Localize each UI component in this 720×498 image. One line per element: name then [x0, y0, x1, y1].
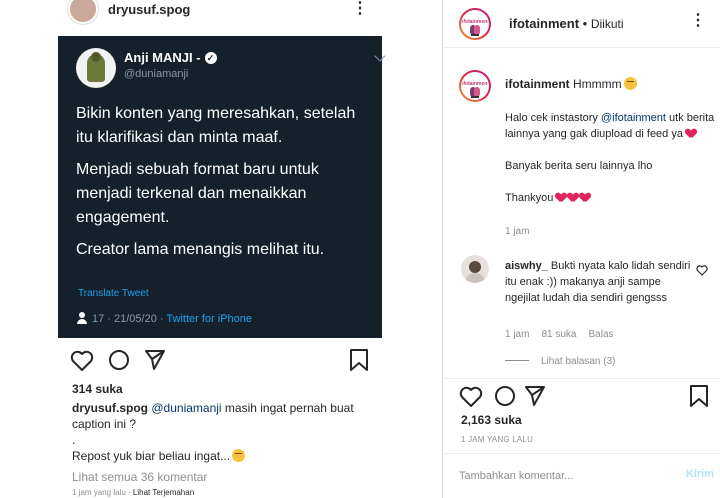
person-icon — [76, 312, 88, 324]
caption-username[interactable]: ifotainment — [505, 77, 570, 91]
comment-avatar[interactable] — [461, 255, 489, 283]
tweet-paragraph: Creator lama menangis melihat itu. — [76, 241, 325, 258]
comment-button[interactable] — [495, 386, 515, 406]
tweet-avatar — [76, 48, 116, 88]
comment-time: 1 jam — [505, 329, 530, 340]
caption-time: 1 jam — [505, 226, 530, 237]
inner-view-comments: Lihat semua 36 komentar — [72, 470, 208, 484]
inner-timestamp: 1 jam yang lalu · Lihat Terjemahan — [72, 488, 195, 497]
share-button[interactable] — [525, 386, 545, 406]
heart-emoji-icon — [556, 193, 566, 202]
comment-like-icon[interactable] — [696, 264, 708, 276]
inner-like-count: 314 suka — [72, 382, 123, 396]
bookmark-icon — [350, 349, 368, 371]
like-button[interactable] — [459, 386, 483, 407]
comment-form: Kirim — [443, 453, 720, 498]
reposted-screenshot: dryusuf.spog ⋮ Anji MANJI - ✓ @duniamanji… — [58, 0, 386, 498]
send-icon — [145, 350, 165, 370]
view-replies-button[interactable]: Lihat balasan (3) — [505, 356, 616, 367]
caption-avatar[interactable]: ifotainment — [459, 70, 491, 102]
comments-panel: ifotainment ifotainment • Diikuti ⋮ ifot… — [443, 0, 720, 498]
action-bar — [443, 378, 720, 412]
inner-action-bar — [58, 346, 382, 374]
reply-button[interactable]: Balas — [588, 329, 613, 340]
verified-icon: ✓ — [204, 52, 217, 64]
translate-tweet-link: Translate Tweet — [78, 288, 149, 299]
tweet-paragraph: Menjadi sebuah format baru untuk menjadi… — [76, 161, 319, 226]
heart-emoji-icon — [580, 193, 590, 202]
save-button[interactable] — [690, 385, 708, 407]
comment-input[interactable] — [459, 466, 659, 486]
tweet-card: Anji MANJI - ✓ @duniamanji Bikin konten y… — [58, 36, 386, 338]
tweet-paragraph: Bikin konten yang meresahkan, setelah it… — [76, 105, 356, 146]
following-status: Diikuti — [590, 17, 624, 31]
tweet-text: Bikin konten yang meresahkan, setelah it… — [76, 102, 376, 270]
inner-username: dryusuf.spog — [108, 2, 191, 17]
more-options-icon[interactable]: ⋮ — [690, 10, 706, 30]
tweet-handle: @duniamanji — [124, 68, 189, 80]
heart-emoji-icon — [568, 193, 578, 202]
post-header: ifotainment ifotainment • Diikuti ⋮ — [443, 0, 720, 48]
avatar[interactable]: ifotainment — [459, 8, 491, 40]
like-count[interactable]: 2,163 suka — [461, 413, 522, 427]
comment-icon — [109, 350, 129, 370]
tweet-meta: 17 · 21/05/20 · Twitter for iPhone — [76, 312, 252, 325]
post-comment-button[interactable]: Kirim — [686, 468, 714, 480]
tweet-author-name: Anji MANJI - ✓ — [124, 50, 217, 65]
caption-mention[interactable]: @ifotainment — [601, 112, 666, 124]
post-media: dryusuf.spog ⋮ Anji MANJI - ✓ @duniamanji… — [0, 0, 443, 498]
thinking-emoji-icon — [623, 77, 637, 90]
chevron-down-icon — [374, 50, 386, 62]
inner-post-header: dryusuf.spog ⋮ — [58, 0, 382, 32]
caption-body: Halo cek instastory @ifotainment utk ber… — [505, 112, 715, 204]
inner-more-icon: ⋮ — [352, 0, 368, 17]
comment-text: aiswhy_ Bukti nyata kalo lidah sendiri i… — [505, 260, 691, 304]
comment-like-count[interactable]: 81 suka — [541, 329, 576, 340]
comment-meta: 1 jam 81 suka Balas — [505, 329, 626, 340]
caption-header: ifotainment Hmmmm — [505, 77, 637, 91]
header-username[interactable]: ifotainment • Diikuti — [509, 16, 624, 31]
post-timestamp: 1 JAM YANG LALU — [461, 435, 534, 444]
emoji-icon — [232, 449, 246, 462]
inner-caption: dryusuf.spog @duniamanji masih ingat per… — [72, 401, 354, 463]
heart-emoji-icon — [686, 129, 696, 138]
inner-avatar — [68, 0, 98, 24]
heart-icon — [70, 350, 94, 371]
comment-username[interactable]: aiswhy_ — [505, 260, 548, 272]
